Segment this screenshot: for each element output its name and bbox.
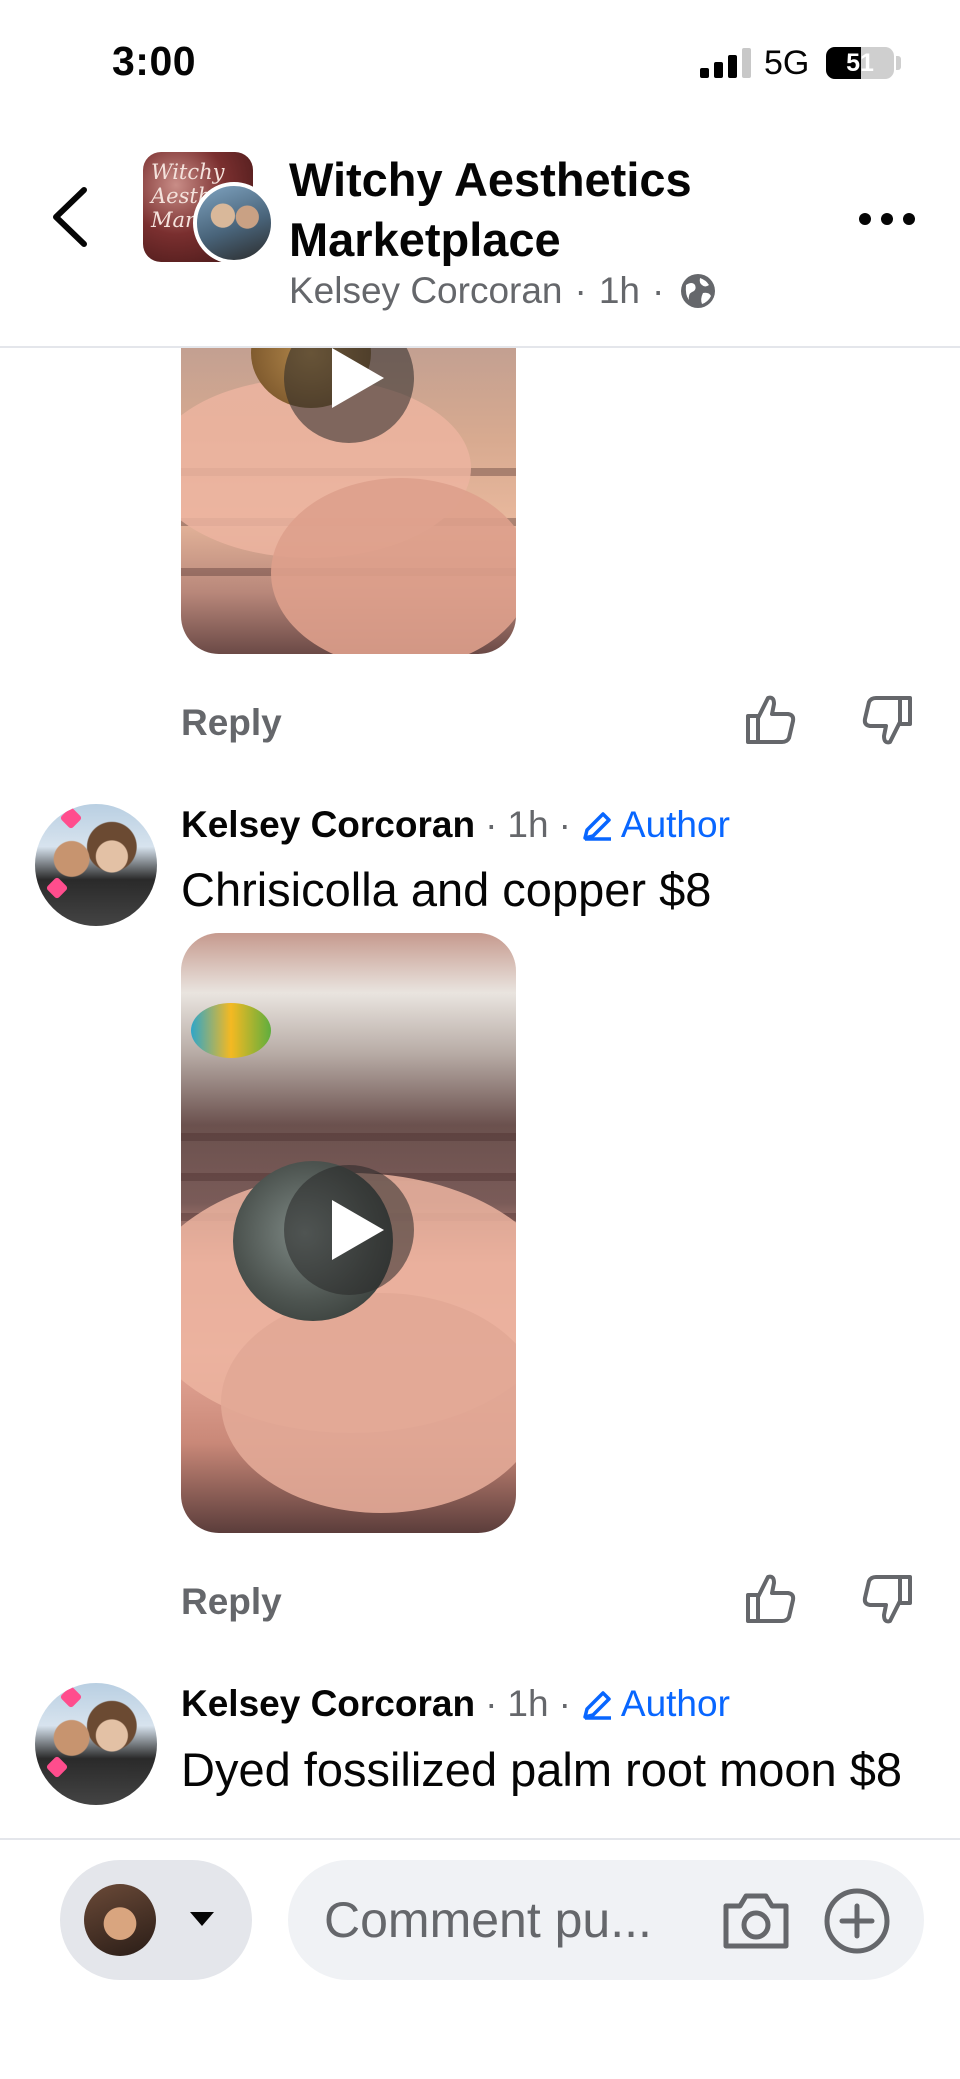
group-name[interactable]: Witchy Aesthetics Marketplace <box>289 150 809 270</box>
status-bar: 3:00 5G 51 <box>0 0 960 130</box>
post-header: Witchy Aesthetics Market Witchy Aestheti… <box>0 130 960 348</box>
separator-dot: · <box>485 1683 498 1724</box>
comment-author-name[interactable]: Kelsey Corcoran <box>181 804 475 846</box>
author-badge: Author <box>620 1683 730 1724</box>
reply-button[interactable]: Reply <box>181 702 282 744</box>
plus-circle-icon <box>824 1888 890 1954</box>
play-button[interactable] <box>284 1165 414 1295</box>
poster-name[interactable]: Kelsey Corcoran <box>289 270 563 312</box>
cellular-signal-icon <box>700 48 752 78</box>
back-button[interactable] <box>46 182 96 252</box>
separator-dot: · <box>558 1683 571 1724</box>
chevron-left-icon <box>53 187 87 247</box>
play-icon <box>332 348 384 408</box>
comment-actions: Reply <box>0 1569 960 1639</box>
author-badge: Author <box>620 804 730 845</box>
network-type: 5G <box>764 44 810 82</box>
comment-box[interactable] <box>288 1860 924 1980</box>
video-scene <box>191 1003 271 1058</box>
video-scene <box>221 1293 516 1513</box>
pencil-icon <box>583 812 611 841</box>
poster-avatar[interactable] <box>193 182 275 264</box>
upvote-button[interactable] <box>740 690 800 750</box>
avatar-heart <box>45 1755 69 1779</box>
separator-dot: · <box>652 270 665 311</box>
comment-meta: Kelsey Corcoran · 1h · Author <box>181 804 730 846</box>
camera-icon <box>723 1893 789 1949</box>
comment-meta: Kelsey Corcoran · 1h · Author <box>181 1683 730 1725</box>
status-time: 3:00 <box>112 38 197 84</box>
video-scene <box>181 1133 516 1141</box>
comment-time: 1h <box>507 1683 549 1724</box>
comment-input[interactable] <box>324 1890 684 1950</box>
comment-text: Dyed fossilized palm root moon $8 <box>181 1743 903 1796</box>
add-attachment-button[interactable] <box>822 1886 892 1956</box>
comment-author-avatar[interactable] <box>35 1683 157 1805</box>
reply-button[interactable]: Reply <box>181 1581 282 1623</box>
thumbs-up-icon <box>746 1574 796 1623</box>
comment-time: 1h <box>507 804 549 845</box>
comment-author-name[interactable]: Kelsey Corcoran <box>181 1683 475 1725</box>
pencil-icon <box>583 1691 611 1720</box>
separator-dot: · <box>558 804 571 845</box>
battery-level: 51 <box>846 49 874 77</box>
thumbs-down-icon <box>862 1575 912 1624</box>
post-meta: Kelsey Corcoran · 1h · <box>289 270 718 312</box>
thumbs-down-icon <box>862 696 912 745</box>
comment-author-avatar[interactable] <box>35 804 157 926</box>
caret-down-icon <box>190 1912 214 1926</box>
current-user-avatar <box>84 1884 156 1956</box>
avatar-heart <box>59 806 83 830</box>
post-time: 1h <box>598 270 640 311</box>
play-icon <box>332 1200 384 1260</box>
more-options-button[interactable] <box>857 204 917 234</box>
comment-actions: Reply <box>0 690 960 760</box>
comment-composer <box>0 1838 960 2079</box>
separator-dot: · <box>485 804 498 845</box>
separator-dot: · <box>574 270 587 311</box>
more-dots-icon <box>859 213 915 225</box>
downvote-button[interactable] <box>858 1569 918 1629</box>
camera-button[interactable] <box>720 1890 792 1952</box>
battery-icon: 51 <box>826 47 894 79</box>
thumbs-up-icon <box>746 695 796 744</box>
profile-switcher-button[interactable] <box>60 1860 252 1980</box>
upvote-button[interactable] <box>740 1569 800 1629</box>
avatar-heart <box>45 876 69 900</box>
comment-video-thumbnail[interactable] <box>181 348 516 654</box>
comment-text: Chrisicolla and copper $8 <box>181 863 712 916</box>
avatar-heart <box>59 1685 83 1709</box>
globe-icon <box>681 274 716 308</box>
comment-video-thumbnail[interactable] <box>181 933 516 1533</box>
battery-cap <box>896 56 901 70</box>
downvote-button[interactable] <box>858 690 918 750</box>
